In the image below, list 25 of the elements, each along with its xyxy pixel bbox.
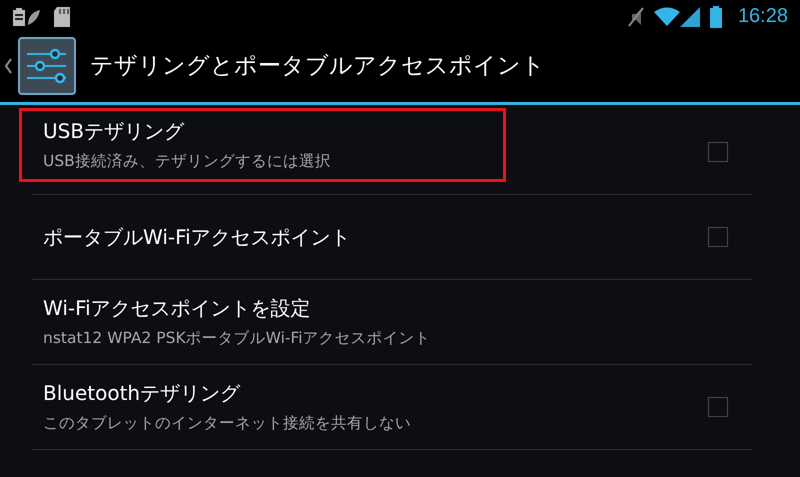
setting-title: Wi-Fiアクセスポイントを設定 (43, 295, 312, 322)
settings-sliders-icon (18, 36, 76, 94)
setting-summary: USB接続済み、テザリングするには選択 (43, 151, 332, 172)
setting-title: Bluetoothテザリング (43, 380, 242, 407)
signal-icon (680, 6, 700, 26)
clock-time: 16:28 (738, 5, 788, 28)
setting-row[interactable]: Bluetoothテザリング このタブレットのインターネット接続を共有しない (32, 365, 752, 450)
up-button[interactable] (4, 36, 76, 94)
wifi-icon (654, 6, 680, 26)
checkbox[interactable] (708, 397, 728, 417)
notification-icon (12, 6, 42, 26)
setting-row[interactable]: USBテザリング USB接続済み、テザリングするには選択 (32, 110, 752, 195)
setting-title: ポータブルWi-Fiアクセスポイント (43, 224, 352, 250)
sd-card-icon (52, 6, 72, 28)
setting-row[interactable]: ポータブルWi-Fiアクセスポイント (32, 195, 752, 280)
checkbox[interactable] (708, 227, 728, 247)
back-chevron-icon (4, 58, 12, 74)
checkbox[interactable] (708, 142, 728, 162)
muted-icon (628, 6, 644, 26)
setting-row[interactable]: Wi-Fiアクセスポイントを設定 nstat12 WPA2 PSKポータブルWi-Fiアクセスポイント (32, 280, 752, 365)
battery-icon (710, 6, 722, 28)
setting-summary: このタブレットのインターネット接続を共有しない (43, 413, 412, 434)
screen-title: テザリングとポータブルアクセスポイント (90, 52, 545, 81)
setting-title: USBテザリング (43, 118, 186, 145)
setting-summary: nstat12 WPA2 PSKポータブルWi-Fiアクセスポイント (43, 328, 432, 349)
